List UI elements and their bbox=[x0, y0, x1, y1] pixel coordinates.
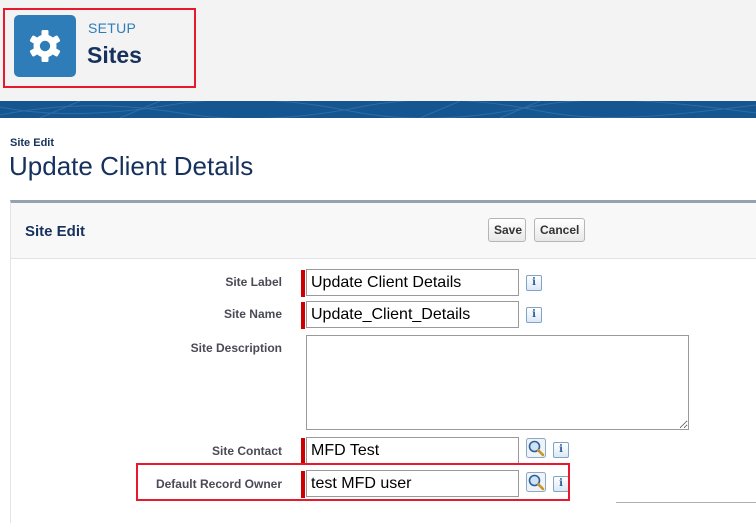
site-label-label: Site Label bbox=[225, 275, 282, 289]
site-contact-label: Site Contact bbox=[211, 444, 282, 458]
save-button[interactable]: Save bbox=[488, 218, 526, 242]
setup-header: SETUP Sites bbox=[0, 0, 756, 101]
site-label-input[interactable] bbox=[306, 269, 519, 296]
page-eyebrow: Site Edit bbox=[10, 137, 55, 149]
decorative-band bbox=[0, 101, 756, 118]
required-indicator bbox=[301, 438, 305, 465]
required-indicator bbox=[301, 270, 305, 297]
required-indicator bbox=[301, 302, 305, 329]
info-icon[interactable]: i bbox=[553, 442, 569, 458]
cancel-button[interactable]: Cancel bbox=[534, 218, 585, 242]
page-title: Update Client Details bbox=[9, 151, 254, 181]
site-contact-input[interactable] bbox=[306, 437, 519, 464]
site-name-label: Site Name bbox=[223, 307, 282, 321]
info-icon[interactable]: i bbox=[526, 307, 542, 323]
divider bbox=[616, 502, 756, 503]
site-description-textarea[interactable] bbox=[306, 335, 689, 430]
panel-title: Site Edit bbox=[25, 223, 86, 240]
panel-header: Site Edit Save Cancel bbox=[11, 203, 756, 259]
site-name-input[interactable] bbox=[306, 301, 519, 328]
site-description-label: Site Description bbox=[190, 341, 282, 355]
lookup-magnifier-icon[interactable] bbox=[526, 438, 546, 458]
owner-highlight-box bbox=[136, 463, 570, 501]
info-icon[interactable]: i bbox=[526, 275, 542, 291]
header-highlight-box bbox=[3, 8, 196, 88]
